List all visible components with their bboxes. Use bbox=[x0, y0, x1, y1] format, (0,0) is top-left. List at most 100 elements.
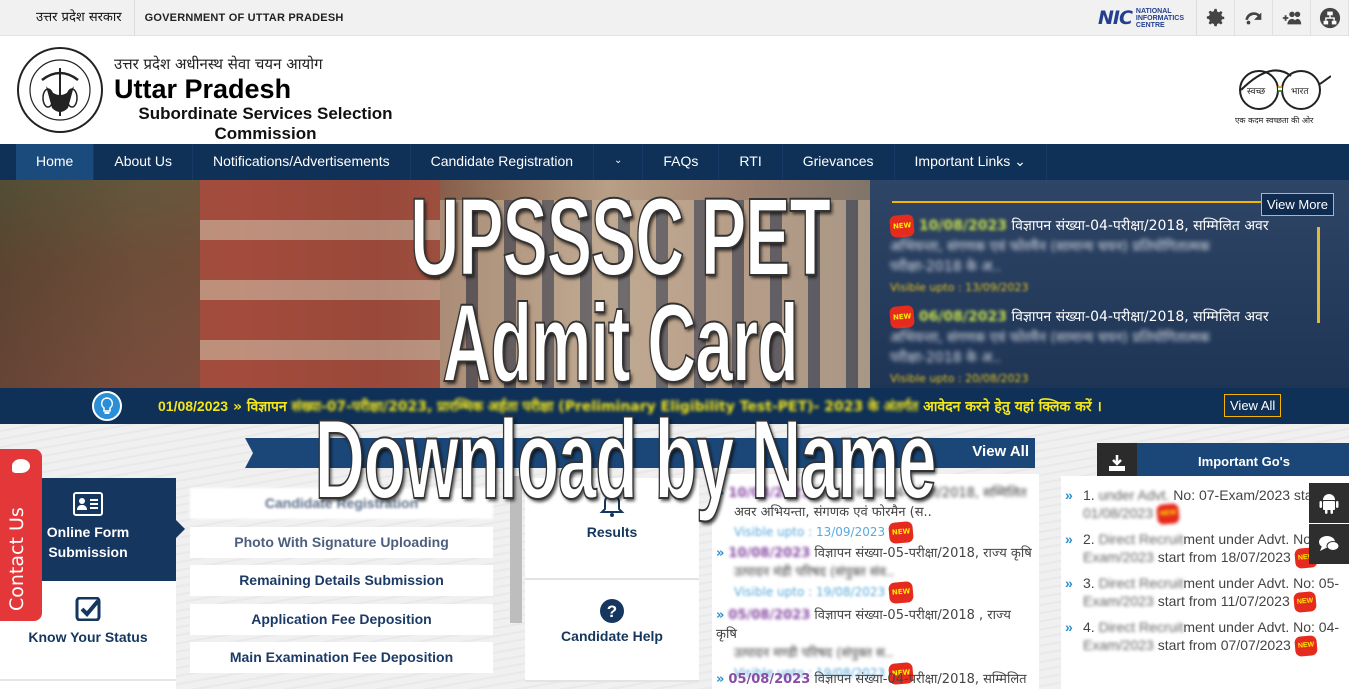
nav-grievances[interactable]: Grievances bbox=[783, 144, 895, 180]
notice-date: 05/08/2023 bbox=[728, 608, 811, 623]
nic-logo[interactable]: NIC NATIONAL INFORMATICS CENTRE bbox=[1076, 0, 1197, 36]
ticker-view-all-button[interactable]: View All bbox=[1224, 394, 1282, 417]
new-badge: NEW bbox=[889, 304, 916, 330]
site-title: Uttar Pradesh bbox=[114, 74, 292, 104]
settings-button[interactable] bbox=[1197, 0, 1235, 36]
ticker-link[interactable]: 01/08/2023 » विज्ञापन संख्या-07-परीक्षा/… bbox=[158, 397, 1102, 416]
banner-tree-image bbox=[0, 180, 200, 388]
skip-to-content-button[interactable] bbox=[1235, 0, 1273, 36]
ticker-date: 01/08/2023 bbox=[158, 398, 229, 414]
news-visible-upto: Visible upto : 13/09/2023 bbox=[890, 281, 1029, 294]
banner-news-item[interactable]: NEW 06/08/2023 विज्ञापन संख्या-04-परीक्ष… bbox=[889, 304, 1290, 389]
swachh-right: भारत bbox=[1291, 87, 1309, 97]
gov-top-bar: उत्तर प्रदेश सरकार GOVERNMENT OF UTTAR P… bbox=[0, 0, 1349, 36]
notice-text: उत्पादन मंडी परिषद (संपुक्त संव.. bbox=[734, 565, 895, 580]
submenu-candidate-registration[interactable]: Candidate Registration bbox=[190, 488, 493, 519]
chevron-right-icon: » bbox=[716, 608, 725, 623]
ticker-text: आवेदन करने हेतु यहां क्लिक करें । bbox=[923, 399, 1102, 415]
news-text: विज्ञापन संख्या-04-परीक्षा/2018, सम्मिलि… bbox=[1011, 309, 1269, 325]
submenu-application-fee[interactable]: Application Fee Deposition bbox=[190, 603, 493, 635]
banner-building-image bbox=[200, 180, 440, 388]
go-text: Exam/2023 bbox=[1083, 549, 1154, 565]
news-date: 10/08/2023 bbox=[918, 218, 1007, 234]
notice-text: विज्ञापन संख्या-04-परीक्षा/2018, सम्मिलि… bbox=[814, 672, 1027, 687]
submenu-photo-signature-upload[interactable]: Photo With Signature Uploading bbox=[190, 526, 493, 558]
notice-text: अवर अभियन्ता, संगणक एवं फोरमैन (स.. bbox=[734, 505, 932, 520]
question-icon: ? bbox=[600, 599, 624, 623]
new-badge: NEW bbox=[1292, 591, 1317, 614]
go-text: start from 07/07/2023 bbox=[1157, 637, 1291, 653]
banner-news-item[interactable]: NEW 10/08/2023 विज्ञापन संख्या-04-परीक्ष… bbox=[889, 213, 1290, 298]
nav-faqs[interactable]: FAQs bbox=[643, 144, 720, 180]
notice-item[interactable]: » 05/08/2023 विज्ञापन संख्या-04-परीक्षा/2… bbox=[716, 670, 1032, 689]
notice-text: उत्पादन मण्डी परिषद (संपुक्त स.. bbox=[734, 646, 894, 661]
submenu-remaining-details[interactable]: Remaining Details Submission bbox=[190, 565, 493, 596]
main-nav: Home About Us Notifications/Advertisemen… bbox=[0, 144, 1349, 180]
go-number: 3. bbox=[1083, 575, 1095, 591]
important-gos-list: » 1. under Advt. No: 07-Exam/2023 start … bbox=[1061, 476, 1349, 689]
go-text: start from 11/07/2023 bbox=[1157, 593, 1290, 609]
add-user-icon bbox=[1282, 11, 1301, 25]
download-icon bbox=[1109, 455, 1125, 471]
chat-button[interactable] bbox=[1309, 524, 1349, 564]
nav-important-links[interactable]: Important Links ⌄ bbox=[895, 144, 1047, 180]
news-scrollbar[interactable] bbox=[1317, 227, 1320, 323]
visible-date: 19/08/2023 bbox=[815, 585, 886, 599]
go-text: Direct Recruit bbox=[1098, 619, 1184, 635]
up-emblem-logo[interactable] bbox=[16, 46, 104, 134]
swachh-bharat-logo[interactable]: स्वच्छ भारत एक कदम स्वच्छता की ओर bbox=[1231, 54, 1332, 126]
go-item[interactable]: » 4. Direct Recruitment under Advt. No: … bbox=[1065, 618, 1349, 658]
nic-mark: NIC bbox=[1097, 7, 1133, 29]
go-text: ment under Advt. No: 04- bbox=[1183, 619, 1340, 635]
results-card[interactable]: Results bbox=[525, 478, 699, 580]
news-text: विज्ञापन संख्या-04-परीक्षा/2018, सम्मिलि… bbox=[1011, 218, 1269, 234]
nav-home[interactable]: Home bbox=[16, 144, 95, 180]
candidate-help-card[interactable]: ? Candidate Help bbox=[525, 580, 699, 682]
visible-label: Visible upto : bbox=[734, 525, 813, 539]
android-app-button[interactable] bbox=[1309, 483, 1349, 523]
new-badge: NEW bbox=[888, 520, 915, 545]
new-badge: NEW bbox=[889, 213, 916, 239]
nav-dropdown-toggle[interactable]: ⌄ bbox=[594, 144, 644, 180]
go-text: 01/08/2023 bbox=[1083, 505, 1154, 521]
notices-view-all-button[interactable]: View All bbox=[972, 443, 1029, 460]
nav-rti[interactable]: RTI bbox=[719, 144, 783, 180]
visible-label: Visible upto : bbox=[734, 585, 813, 599]
settings-icon bbox=[1206, 8, 1224, 27]
add-user-button[interactable] bbox=[1273, 0, 1311, 36]
card-label: Results bbox=[586, 524, 638, 540]
tab-label: Know Your Status bbox=[28, 629, 148, 645]
ticker-text: विज्ञापन bbox=[246, 399, 287, 415]
go-text: under Advt. bbox=[1098, 487, 1170, 503]
sitemap-button[interactable] bbox=[1311, 0, 1349, 36]
nav-about-us[interactable]: About Us bbox=[94, 144, 193, 180]
notice-date: 05/08/2023 bbox=[728, 672, 811, 687]
sitemap-icon bbox=[1319, 7, 1340, 29]
go-item[interactable]: » 3. Direct Recruitment under Advt. No: … bbox=[1065, 574, 1349, 614]
swachh-left: स्वच्छ bbox=[1247, 87, 1266, 97]
contact-us-tab[interactable]: Contact Us bbox=[0, 449, 42, 621]
chevron-right-icon: » bbox=[716, 486, 725, 501]
view-more-button[interactable]: View More bbox=[1260, 193, 1334, 216]
svg-text:?: ? bbox=[607, 602, 617, 621]
ribbon-band bbox=[245, 438, 1035, 468]
nav-candidate-registration[interactable]: Candidate Registration bbox=[411, 144, 595, 180]
go-number: 4. bbox=[1083, 619, 1095, 635]
notice-item[interactable]: » 10/08/2023 विज्ञापन संख्या-05-परीक्षा/2… bbox=[716, 544, 1032, 605]
visible-date: 13/09/2023 bbox=[815, 525, 886, 539]
nav-notifications[interactable]: Notifications/Advertisements bbox=[193, 144, 411, 180]
notice-item[interactable]: » 10/08/2023 विज्ञापन संख्या-04-परीक्षा/2… bbox=[716, 484, 1032, 545]
gov-tools: NIC NATIONAL INFORMATICS CENTRE bbox=[1076, 0, 1349, 36]
bell-icon bbox=[599, 493, 625, 517]
go-text: Direct Recruit bbox=[1098, 575, 1184, 591]
news-divider bbox=[892, 201, 1272, 203]
new-badge: NEW bbox=[1156, 503, 1181, 526]
submenu-main-exam-fee[interactable]: Main Examination Fee Deposition bbox=[190, 642, 493, 673]
chevron-right-icon: » bbox=[716, 546, 725, 561]
new-badge: NEW bbox=[888, 580, 915, 605]
quick-cards: Results ? Candidate Help bbox=[525, 478, 699, 682]
new-badge: NEW bbox=[1293, 635, 1318, 658]
banner-building-image bbox=[440, 200, 870, 388]
site-titles: उत्तर प्रदेश अधीनस्थ सेवा चयन आयोग Uttar… bbox=[114, 54, 417, 143]
submenu-scrollbar[interactable] bbox=[510, 476, 522, 623]
